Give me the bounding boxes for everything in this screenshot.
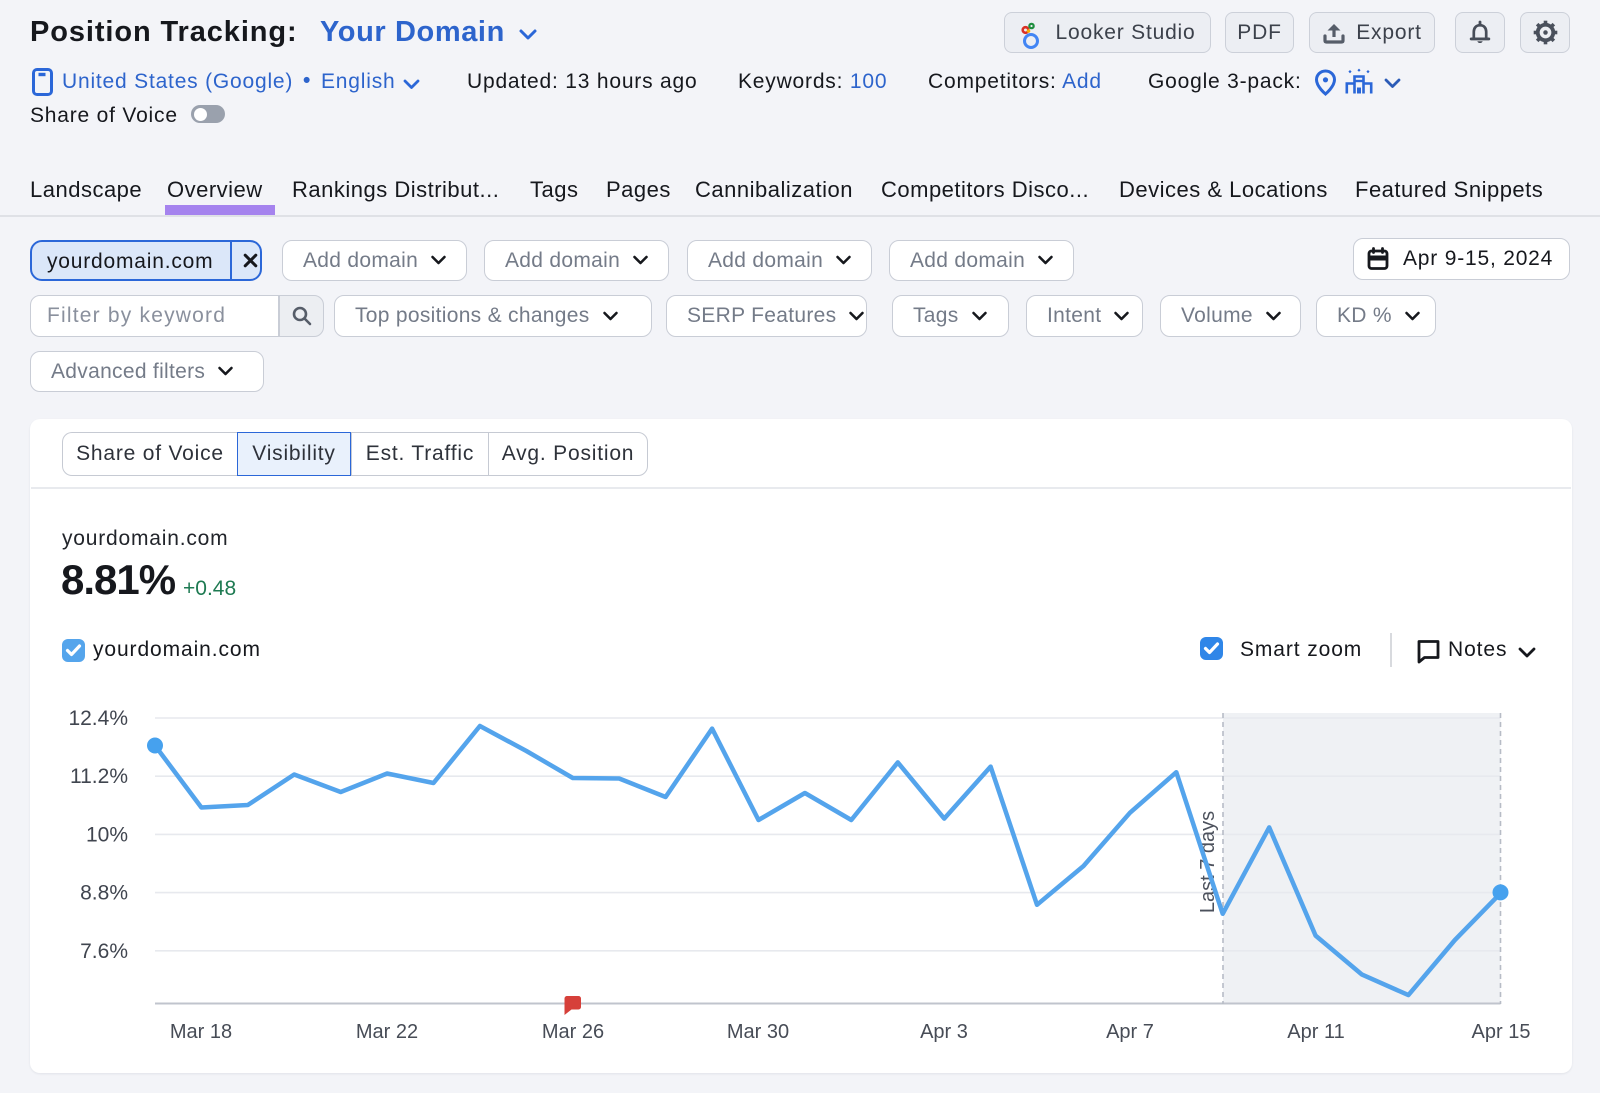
svg-text:Mar 26: Mar 26 (542, 1021, 604, 1043)
svg-text:Mar 30: Mar 30 (727, 1021, 789, 1043)
svg-text:Apr 7: Apr 7 (1106, 1021, 1154, 1043)
svg-text:7.6%: 7.6% (80, 940, 128, 963)
svg-text:11.2%: 11.2% (70, 765, 128, 788)
svg-text:Mar 18: Mar 18 (170, 1021, 232, 1043)
svg-text:10%: 10% (86, 823, 128, 846)
svg-text:Apr 3: Apr 3 (920, 1021, 968, 1043)
svg-text:12.4%: 12.4% (68, 707, 128, 730)
svg-text:Apr 11: Apr 11 (1287, 1021, 1344, 1043)
svg-text:Apr 15: Apr 15 (1472, 1021, 1531, 1043)
svg-text:8.8%: 8.8% (80, 882, 128, 905)
svg-text:Mar 22: Mar 22 (356, 1021, 418, 1043)
